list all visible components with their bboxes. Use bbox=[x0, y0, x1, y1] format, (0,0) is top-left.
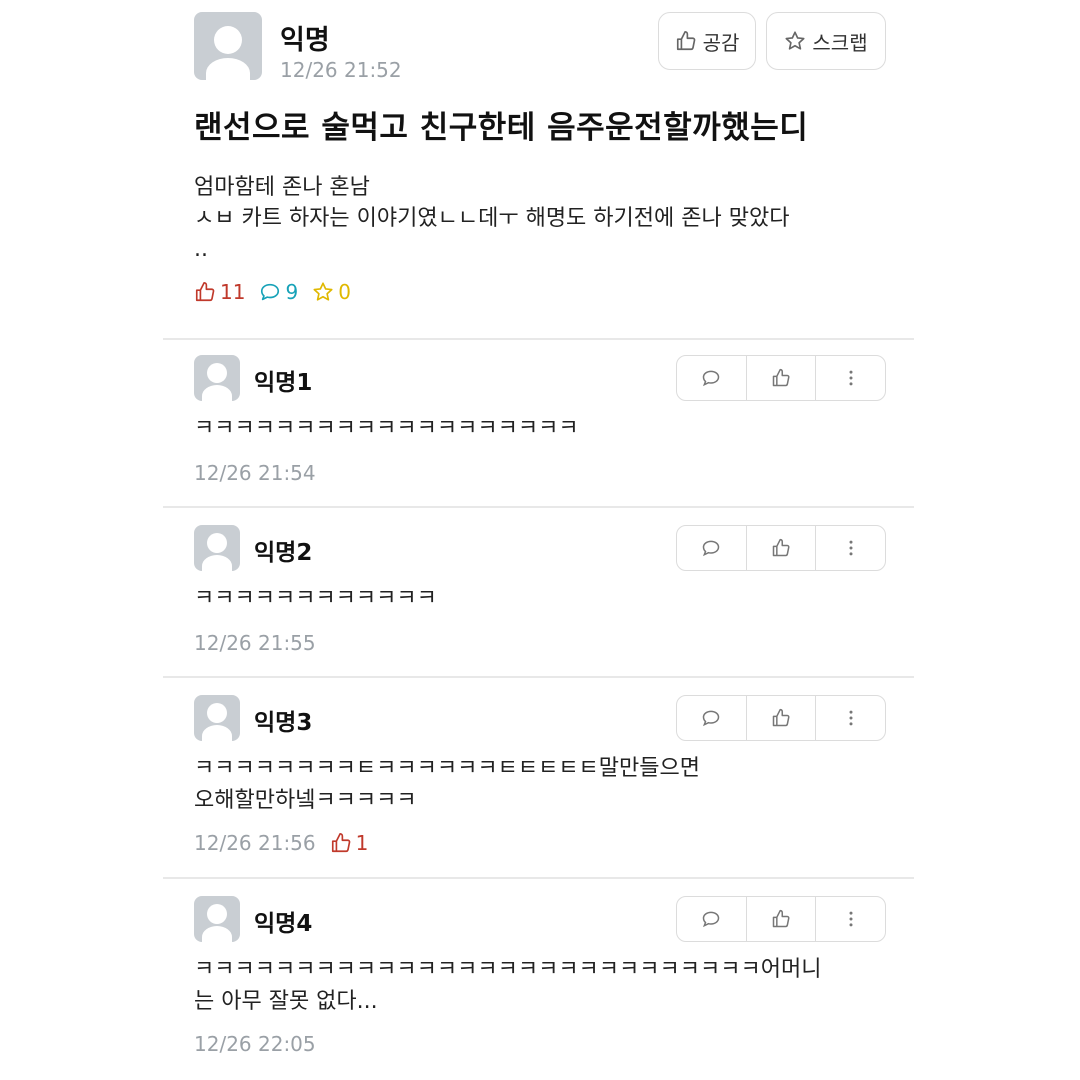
comment-meta: 12/26 21:55 bbox=[194, 631, 316, 655]
comment-item: 익명3 ㅋㅋㅋㅋㅋㅋㅋㅋㅌㅋㅋㅋㅋㅋㅋㅌㅌㅌㅌㅌ말만들으면 오해할만하넼ㅋㅋㅋㅋ… bbox=[194, 695, 886, 865]
comment-author: 익명3 bbox=[254, 710, 313, 736]
more-vertical-icon bbox=[841, 538, 861, 558]
comment-text: ㅋㅋㅋㅋㅋㅋㅋㅋㅋㅋㅋㅋㅋㅋㅋㅋㅋㅋㅋㅋㅋㅋㅋㅋㅋㅋㅋㅋ어머니 는 아무 잘못 … bbox=[194, 957, 822, 1014]
divider bbox=[163, 338, 914, 340]
comment-meta: 12/26 22:05 bbox=[194, 1032, 316, 1056]
comment-avatar-icon bbox=[194, 896, 240, 942]
comment-like-button[interactable] bbox=[745, 696, 816, 740]
comment-item: 익명4 ㅋㅋㅋㅋㅋㅋㅋㅋㅋㅋㅋㅋㅋㅋㅋㅋㅋㅋㅋㅋㅋㅋㅋㅋㅋㅋㅋㅋ어머니 는 아무… bbox=[194, 896, 886, 1066]
comment-avatar-icon bbox=[194, 695, 240, 741]
more-options-button[interactable] bbox=[815, 696, 885, 740]
comment-text: ㅋㅋㅋㅋㅋㅋㅋㅋㅋㅋㅋㅋㅋㅋㅋㅋㅋㅋㅋ bbox=[194, 416, 579, 441]
comment-actions bbox=[676, 695, 886, 741]
comment-like-button[interactable] bbox=[745, 526, 816, 570]
speech-bubble-icon bbox=[701, 368, 721, 388]
speech-bubble-icon bbox=[701, 909, 721, 929]
empathy-label: 공감 bbox=[702, 30, 740, 55]
comment-meta: 12/26 21:56 1 bbox=[194, 831, 368, 855]
comment-text: ㅋㅋㅋㅋㅋㅋㅋㅋㅌㅋㅋㅋㅋㅋㅋㅌㅌㅌㅌㅌ말만들으면 오해할만하넼ㅋㅋㅋㅋㅋ bbox=[194, 756, 701, 813]
thumbs-up-icon bbox=[771, 368, 791, 388]
reply-button[interactable] bbox=[677, 897, 746, 941]
more-options-button[interactable] bbox=[815, 897, 885, 941]
reply-button[interactable] bbox=[677, 526, 746, 570]
comment-count: 9 bbox=[259, 280, 298, 304]
more-vertical-icon bbox=[841, 708, 861, 728]
comment-actions bbox=[676, 896, 886, 942]
comment-item: 익명2 ㅋㅋㅋㅋㅋㅋㅋㅋㅋㅋㅋㅋ 12/26 21:55 bbox=[194, 525, 886, 665]
like-count: 11 bbox=[194, 280, 245, 304]
empathy-button[interactable]: 공감 bbox=[658, 12, 756, 70]
comment-author: 익명1 bbox=[254, 370, 313, 396]
scrap-label: 스크랩 bbox=[812, 30, 868, 55]
comment-like-button[interactable] bbox=[745, 356, 816, 400]
more-options-button[interactable] bbox=[815, 526, 885, 570]
divider bbox=[163, 877, 914, 879]
comment-avatar-icon bbox=[194, 355, 240, 401]
post-avatar-icon bbox=[194, 12, 262, 80]
speech-bubble-icon bbox=[259, 281, 281, 303]
comment-like-button[interactable] bbox=[745, 897, 816, 941]
comment-time: 12/26 22:05 bbox=[194, 1032, 316, 1056]
speech-bubble-icon bbox=[701, 708, 721, 728]
star-icon bbox=[784, 30, 806, 52]
divider bbox=[163, 506, 914, 508]
scrap-count-value: 0 bbox=[338, 280, 351, 304]
thumbs-up-icon bbox=[675, 30, 697, 52]
more-options-button[interactable] bbox=[815, 356, 885, 400]
comment-author: 익명2 bbox=[254, 540, 313, 566]
divider bbox=[163, 676, 914, 678]
comment-avatar-icon bbox=[194, 525, 240, 571]
comment-actions bbox=[676, 355, 886, 401]
star-icon bbox=[312, 281, 334, 303]
comment-text: ㅋㅋㅋㅋㅋㅋㅋㅋㅋㅋㅋㅋ bbox=[194, 586, 437, 611]
thumbs-up-icon bbox=[771, 538, 791, 558]
more-vertical-icon bbox=[841, 909, 861, 929]
comment-like-value: 1 bbox=[355, 831, 369, 855]
thumbs-up-icon bbox=[771, 909, 791, 929]
comment-time: 12/26 21:55 bbox=[194, 631, 316, 655]
thumbs-up-icon bbox=[330, 832, 352, 854]
speech-bubble-icon bbox=[701, 538, 721, 558]
comment-like-count: 1 bbox=[330, 831, 369, 855]
reply-button[interactable] bbox=[677, 356, 746, 400]
comment-actions bbox=[676, 525, 886, 571]
reply-button[interactable] bbox=[677, 696, 746, 740]
comment-meta: 12/26 21:54 bbox=[194, 461, 316, 485]
comment-item: 익명1 ㅋㅋㅋㅋㅋㅋㅋㅋㅋㅋㅋㅋㅋㅋㅋㅋㅋㅋㅋ 12/26 21:54 bbox=[194, 355, 886, 495]
scrap-button[interactable]: 스크랩 bbox=[766, 12, 886, 70]
more-vertical-icon bbox=[841, 368, 861, 388]
comment-time: 12/26 21:56 bbox=[194, 831, 316, 855]
comment-count-value: 9 bbox=[285, 280, 299, 304]
thumbs-up-icon bbox=[771, 708, 791, 728]
comment-author: 익명4 bbox=[254, 911, 313, 937]
like-count-value: 11 bbox=[220, 280, 246, 304]
post-time: 12/26 21:52 bbox=[280, 58, 402, 82]
comment-time: 12/26 21:54 bbox=[194, 461, 316, 485]
post-author: 익명 bbox=[280, 25, 330, 56]
post-body: 엄마함테 존나 혼남 ㅅㅂ 카트 하자는 이야기였ㄴㄴ데ㅜ 해명도 하기전에 존… bbox=[194, 175, 790, 262]
post-stats: 11 9 0 bbox=[194, 280, 351, 304]
thumbs-up-icon bbox=[194, 281, 216, 303]
scrap-count: 0 bbox=[312, 280, 351, 304]
post-title: 랜선으로 술먹고 친구한테 음주운전할까했는디 bbox=[194, 110, 809, 146]
